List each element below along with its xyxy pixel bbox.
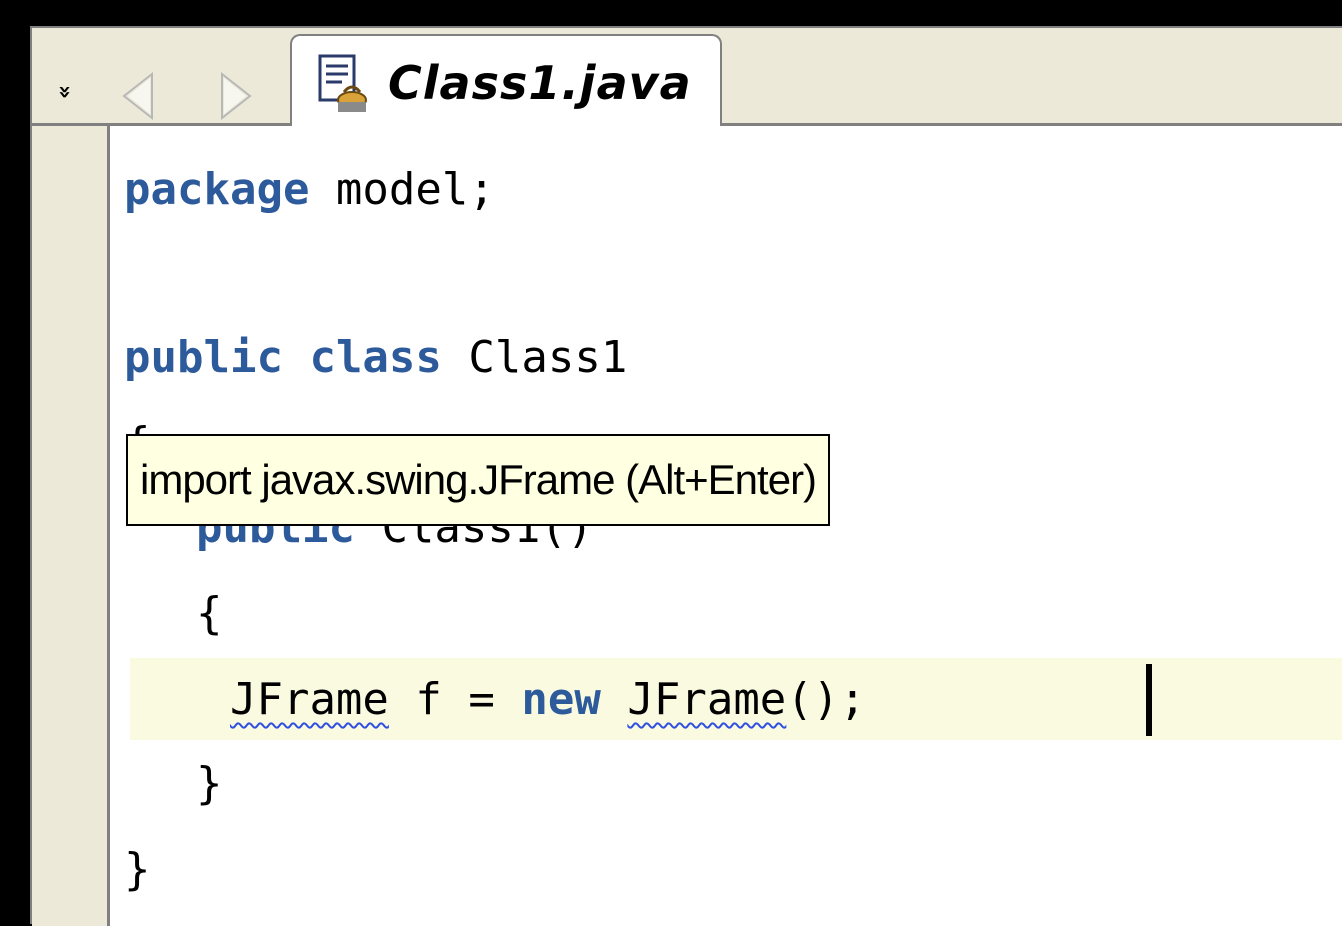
code-area[interactable]: package model; public class Class1 { pub… [110, 126, 1342, 926]
code-line-8: } [196, 754, 223, 814]
keyword: package [124, 164, 310, 215]
code-text: Class1 [441, 332, 628, 383]
editor-tab-strip: » Class1.java [32, 28, 1342, 129]
unresolved-type[interactable]: JFrame [627, 674, 786, 725]
unresolved-type[interactable]: JFrame [230, 674, 389, 725]
keyword: new [521, 674, 601, 725]
quick-fix-tooltip[interactable]: import javax.swing.JFrame (Alt+Enter) [126, 434, 831, 526]
editor-window: » Class1.java package model; public clas… [30, 26, 1342, 926]
text-caret [1146, 664, 1152, 736]
editor-body: package model; public class Class1 { pub… [32, 126, 1342, 926]
code-text: { [196, 588, 223, 639]
tab-class1-java[interactable]: Class1.java [290, 34, 722, 129]
code-line-9: } [124, 840, 151, 900]
keyword: class [309, 332, 442, 383]
editor-gutter [32, 126, 110, 926]
forward-arrow-icon[interactable] [218, 71, 254, 121]
back-arrow-icon[interactable] [120, 71, 156, 121]
code-line-6: { [196, 584, 223, 644]
code-line-7: JFrame f = new JFrame(); [124, 670, 866, 730]
code-text: model; [309, 164, 495, 215]
code-line-3: public class Class1 [124, 328, 627, 388]
code-line-1: package model; [124, 160, 495, 220]
code-text: } [124, 844, 151, 895]
code-text: (); [786, 674, 866, 725]
chevron-double-down-icon[interactable]: » [50, 80, 78, 104]
screen-frame: » Class1.java package model; public clas… [0, 0, 1342, 926]
code-text: f = [388, 674, 522, 725]
java-file-icon [314, 52, 374, 116]
code-text: } [196, 758, 223, 809]
keyword: public [124, 332, 283, 383]
tab-label: Class1.java [388, 56, 692, 110]
